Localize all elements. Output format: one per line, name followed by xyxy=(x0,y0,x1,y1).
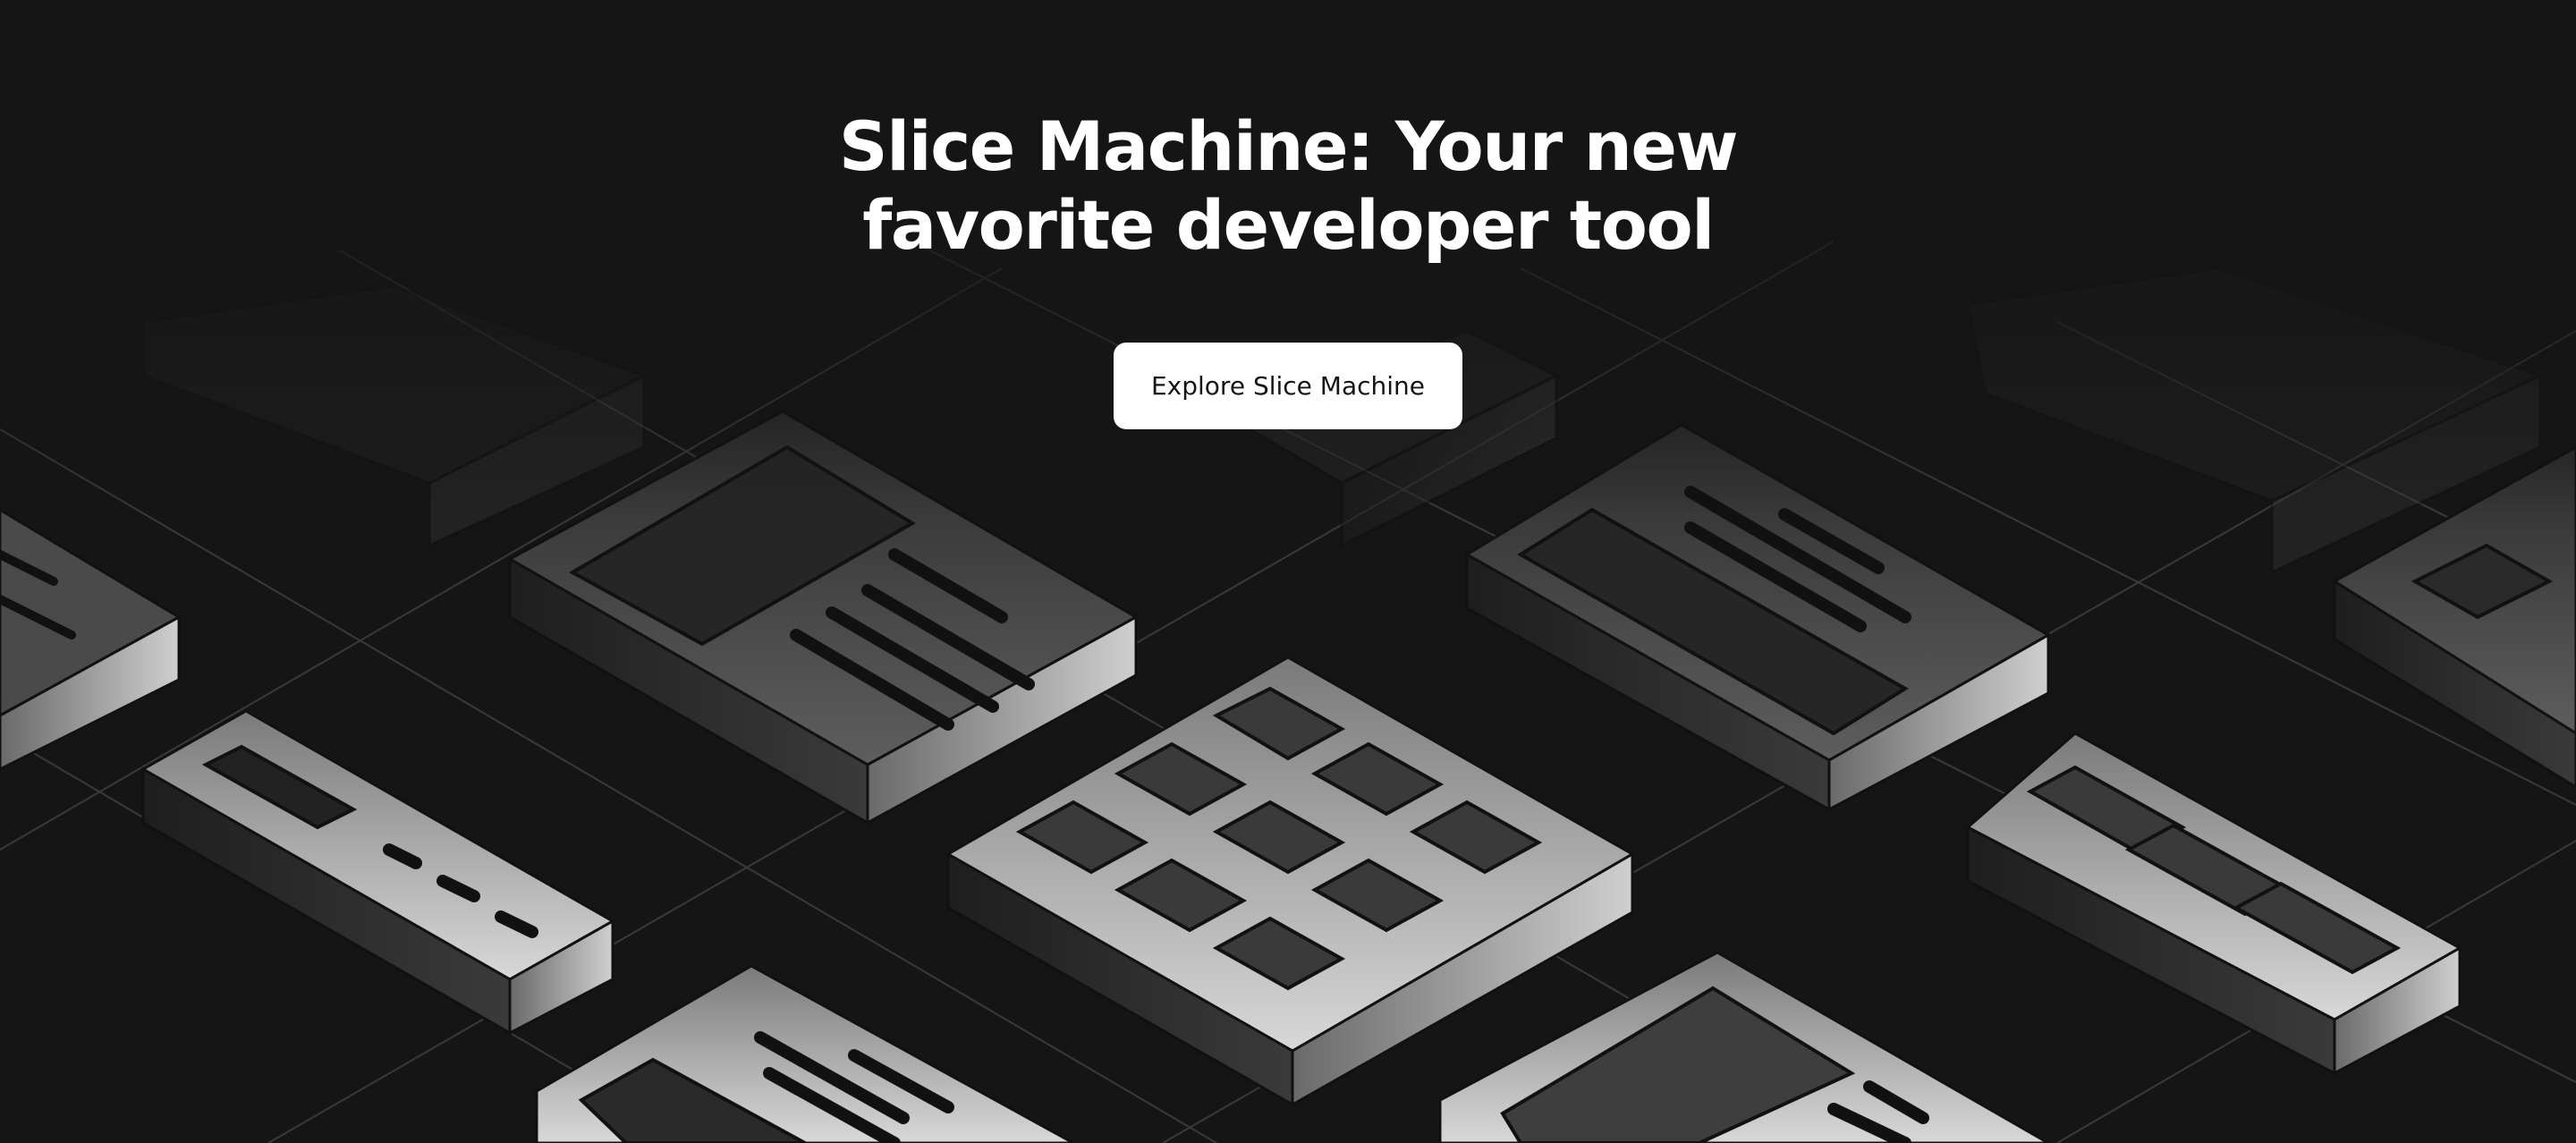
page-title-line-2: favorite developer tool xyxy=(862,185,1715,265)
page-title: Slice Machine: Your new favorite develop… xyxy=(0,107,2576,265)
explore-slice-machine-button[interactable]: Explore Slice Machine xyxy=(1114,343,1462,429)
hero-section: Slice Machine: Your new favorite develop… xyxy=(0,0,2576,1143)
page-title-line-1: Slice Machine: Your new xyxy=(838,106,1739,186)
